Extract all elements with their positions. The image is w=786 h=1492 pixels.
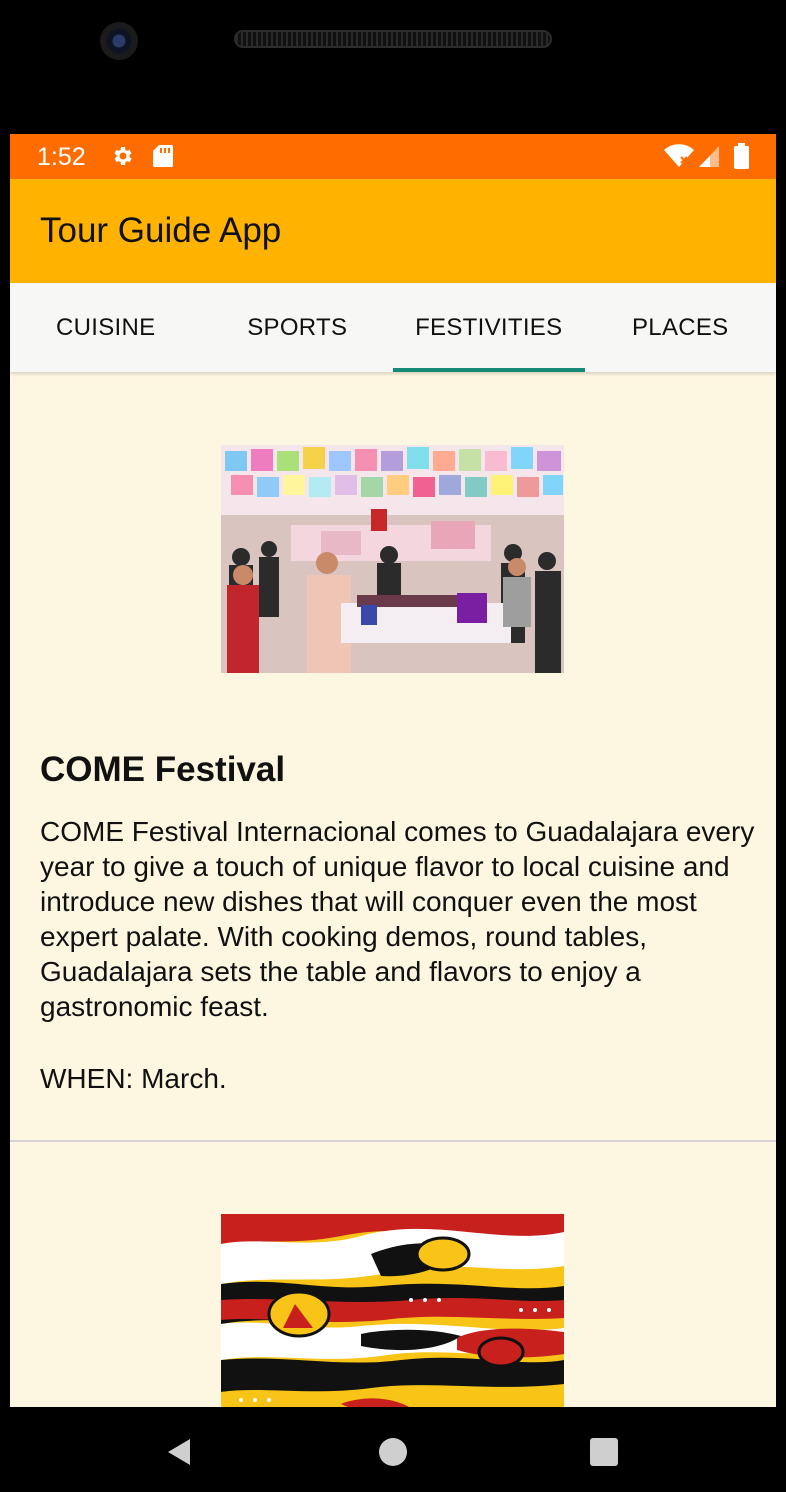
tab-label: CUISINE xyxy=(56,313,156,341)
item-when: WHEN: March. xyxy=(40,1063,227,1094)
sd-card-icon xyxy=(153,145,173,167)
tab-label: FESTIVITIES xyxy=(415,313,563,341)
festival-crowd-photo xyxy=(221,445,564,673)
back-icon[interactable] xyxy=(164,1437,194,1467)
divider xyxy=(10,1140,776,1142)
tab-places[interactable]: PLACES xyxy=(585,283,777,372)
app-bar: Tour Guide App xyxy=(10,179,776,283)
wifi-off-icon xyxy=(664,144,694,167)
tab-sports[interactable]: SPORTS xyxy=(202,283,394,372)
colorful-art-illustration xyxy=(221,1214,564,1407)
festivities-list[interactable]: COME Festival COME Festival Internaciona… xyxy=(10,372,776,1407)
battery-icon xyxy=(734,143,749,169)
status-bar: 1:52 xyxy=(10,134,776,179)
front-camera xyxy=(100,22,138,60)
home-icon[interactable] xyxy=(379,1438,407,1466)
tab-festivities[interactable]: FESTIVITIES xyxy=(393,283,585,372)
tab-cuisine[interactable]: CUISINE xyxy=(10,283,202,372)
tab-label: SPORTS xyxy=(247,313,348,341)
tab-label: PLACES xyxy=(631,313,729,341)
app-title: Tour Guide App xyxy=(40,211,282,250)
earpiece-speaker xyxy=(234,30,552,48)
tab-bar: CUISINE SPORTS FESTIVITIES PLACES xyxy=(10,283,776,372)
gear-icon xyxy=(114,147,132,165)
recents-icon[interactable] xyxy=(590,1438,618,1466)
system-nav-bar xyxy=(0,1407,786,1492)
app-screen: 1:52 Tour Guide App CUISINE SPORTS FESTI… xyxy=(10,134,776,1407)
item-title: COME Festival xyxy=(40,750,286,789)
item-description: COME Festival Internacional comes to Gua… xyxy=(40,816,755,1022)
list-item: COME Festival COME Festival Internaciona… xyxy=(10,372,776,1142)
signal-icon xyxy=(699,146,719,167)
status-time: 1:52 xyxy=(37,143,86,171)
